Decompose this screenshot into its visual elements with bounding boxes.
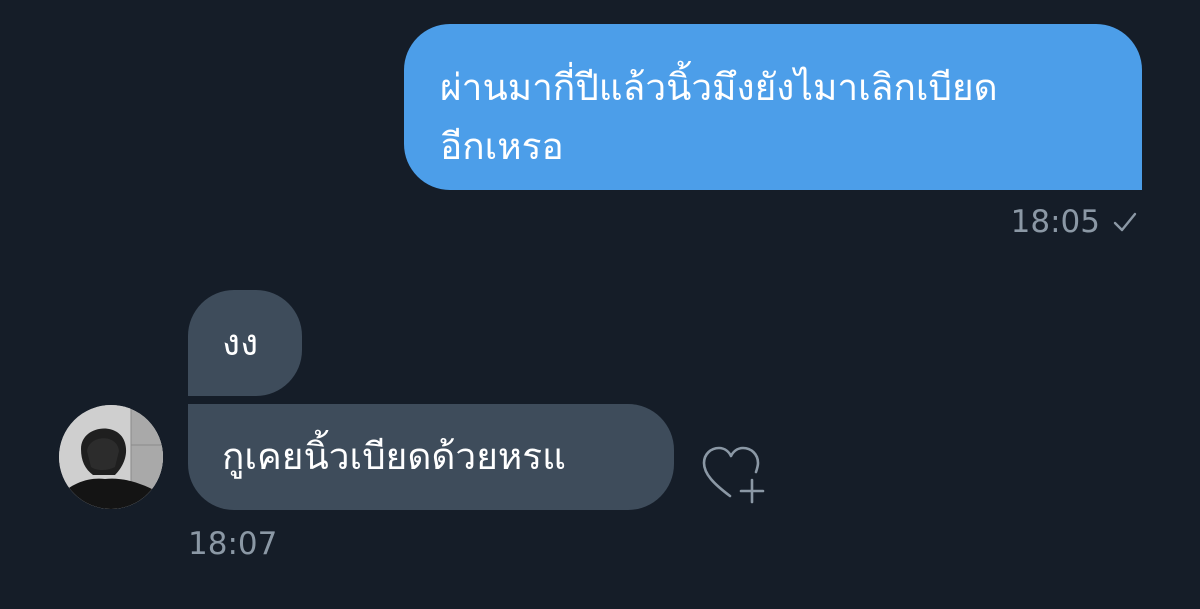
check-icon — [1113, 212, 1137, 232]
incoming-message-bubble[interactable]: กูเคยนิ้วเบียดด้วยหรแ — [188, 404, 674, 510]
message-text-line: ผ่านมากี่ปีแล้วนิ้วมึงยังไมาเลิกเบียด — [440, 66, 998, 109]
heart-plus-icon[interactable] — [700, 444, 766, 506]
outgoing-message-meta: 18:05 — [1011, 200, 1138, 244]
message-text: งง — [222, 321, 259, 364]
incoming-message-bubble[interactable]: งง — [188, 290, 302, 396]
message-timestamp: 18:07 — [188, 526, 278, 562]
avatar-photo — [59, 405, 163, 509]
avatar[interactable] — [59, 405, 163, 509]
outgoing-message-bubble[interactable]: ผ่านมากี่ปีแล้วนิ้วมึงยังไมาเลิกเบียด อี… — [404, 24, 1142, 190]
message-text: กูเคยนิ้วเบียดด้วยหรแ — [222, 435, 566, 478]
message-timestamp: 18:05 — [1010, 204, 1100, 240]
chat-thread: ผ่านมากี่ปีแล้วนิ้วมึงยังไมาเลิกเบียด อี… — [0, 0, 1200, 609]
message-text-line: อีกเหรอ — [440, 125, 564, 168]
